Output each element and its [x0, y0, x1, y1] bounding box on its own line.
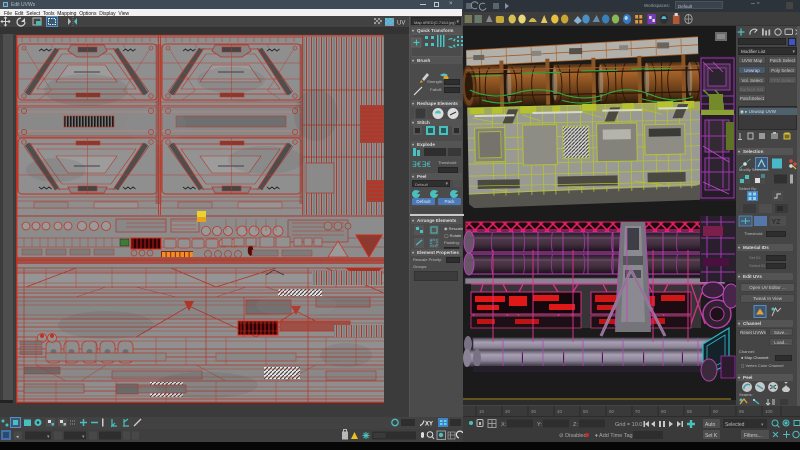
- svg-text:Ǝ€Ǝ€: Ǝ€Ǝ€: [412, 161, 431, 169]
- svg-text:Auto: Auto: [705, 422, 716, 428]
- svg-text:YZ: YZ: [772, 219, 782, 226]
- svg-text:Set K: Set K: [705, 433, 718, 439]
- svg-text:40: 40: [557, 409, 563, 414]
- svg-text:Y:: Y:: [537, 422, 542, 428]
- svg-text:85: 85: [687, 409, 693, 414]
- svg-text:20: 20: [505, 409, 511, 414]
- svg-text:95: 95: [739, 409, 745, 414]
- svg-text:100: 100: [765, 409, 773, 414]
- svg-text:90: 90: [713, 409, 719, 414]
- svg-text:Grid = 10.0: Grid = 10.0: [615, 422, 642, 428]
- svg-text:X:: X:: [501, 422, 507, 428]
- svg-text:10: 10: [479, 409, 485, 414]
- svg-text:⊘ Disabled: ⊘ Disabled: [559, 433, 587, 439]
- svg-text:70: 70: [635, 409, 641, 414]
- svg-text:Selected: Selected: [725, 422, 745, 428]
- svg-text:XY: XY: [425, 422, 433, 428]
- svg-text:Filters...: Filters...: [744, 433, 762, 439]
- svg-text:UV: UV: [397, 21, 405, 27]
- svg-text:50: 50: [583, 409, 589, 414]
- svg-text:Z:: Z:: [573, 422, 578, 428]
- svg-text:30: 30: [531, 409, 537, 414]
- svg-text:♦ Add Time Tag: ♦ Add Time Tag: [595, 433, 633, 439]
- svg-text:80: 80: [661, 409, 667, 414]
- svg-text:60: 60: [609, 409, 615, 414]
